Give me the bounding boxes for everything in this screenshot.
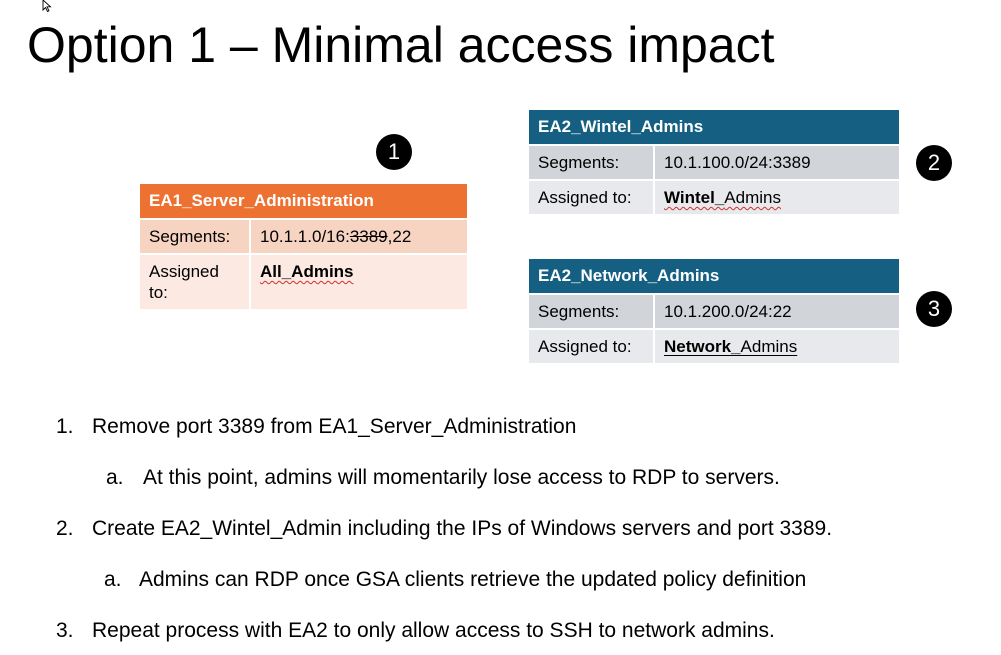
ea2-network-assigned-label: Assigned to: — [529, 328, 655, 363]
ea1-server-administration-table: EA1_Server_Administration Segments: 10.1… — [140, 184, 467, 309]
ea2-wintel-assigned-label: Assigned to: — [529, 179, 655, 214]
ea1-assigned-label: Assigned to: — [140, 253, 251, 309]
ea1-segments-value: 10.1.1.0/16:3389,22 — [250, 218, 467, 254]
ea2-network-assigned-bold: Network_ — [664, 337, 741, 356]
step-3-number: 3. — [56, 619, 74, 642]
step-1-text: Remove port 3389 from EA1_Server_Adminis… — [92, 415, 577, 438]
ea2-network-header: EA2_Network_Admins — [529, 259, 899, 294]
ea1-segments-prefix: 10.1.1.0/16: — [260, 227, 350, 246]
step-2-number: 2. — [56, 517, 74, 540]
ea2-wintel-header: EA2_Wintel_Admins — [529, 110, 899, 145]
step-1-number: 1. — [56, 415, 74, 438]
step-1a-text: At this point, admins will momentarily l… — [143, 466, 780, 489]
ea2-network-assigned-rest: Admins — [740, 337, 798, 356]
step-2a-letter: a. — [104, 568, 122, 591]
ea1-segments-suffix: ,22 — [387, 227, 412, 246]
ea2-network-segments-label: Segments: — [529, 293, 655, 329]
ea2-wintel-segments-label: Segments: — [529, 144, 655, 180]
step-badge-1: 1 — [376, 134, 412, 170]
slide-title: Option 1 – Minimal access impact — [27, 17, 775, 73]
step-badge-3: 3 — [916, 291, 952, 327]
step-2-text: Create EA2_Wintel_Admin including the IP… — [92, 517, 833, 540]
step-badge-2: 2 — [916, 145, 952, 181]
mouse-pointer-icon — [42, 0, 52, 12]
step-2a-text: Admins can RDP once GSA clients retrieve… — [139, 568, 807, 591]
ea1-assigned-group: All_Admins — [260, 262, 354, 281]
ea2-network-admins-table: EA2_Network_Admins Segments: 10.1.200.0/… — [529, 259, 899, 363]
ea1-segments-struck-port: 3389 — [349, 227, 388, 246]
ea2-wintel-assigned-value: Wintel_Admins — [654, 179, 899, 214]
ea2-wintel-assigned-rest: Admins — [724, 188, 781, 207]
ea2-wintel-admins-table: EA2_Wintel_Admins Segments: 10.1.100.0/2… — [529, 110, 899, 214]
step-3-text: Repeat process with EA2 to only allow ac… — [92, 619, 775, 642]
ea1-assigned-value: All_Admins — [250, 253, 467, 309]
ea2-wintel-segments-value: 10.1.100.0/24:3389 — [654, 144, 899, 180]
ea2-wintel-assigned-bold: Wintel_ — [664, 188, 725, 207]
ea2-network-assigned-value: Network_Admins — [654, 328, 899, 363]
ea1-header: EA1_Server_Administration — [140, 184, 467, 219]
ea2-network-segments-value: 10.1.200.0/24:22 — [654, 293, 899, 329]
step-1a-letter: a. — [106, 466, 124, 489]
ea1-segments-label: Segments: — [140, 218, 251, 254]
